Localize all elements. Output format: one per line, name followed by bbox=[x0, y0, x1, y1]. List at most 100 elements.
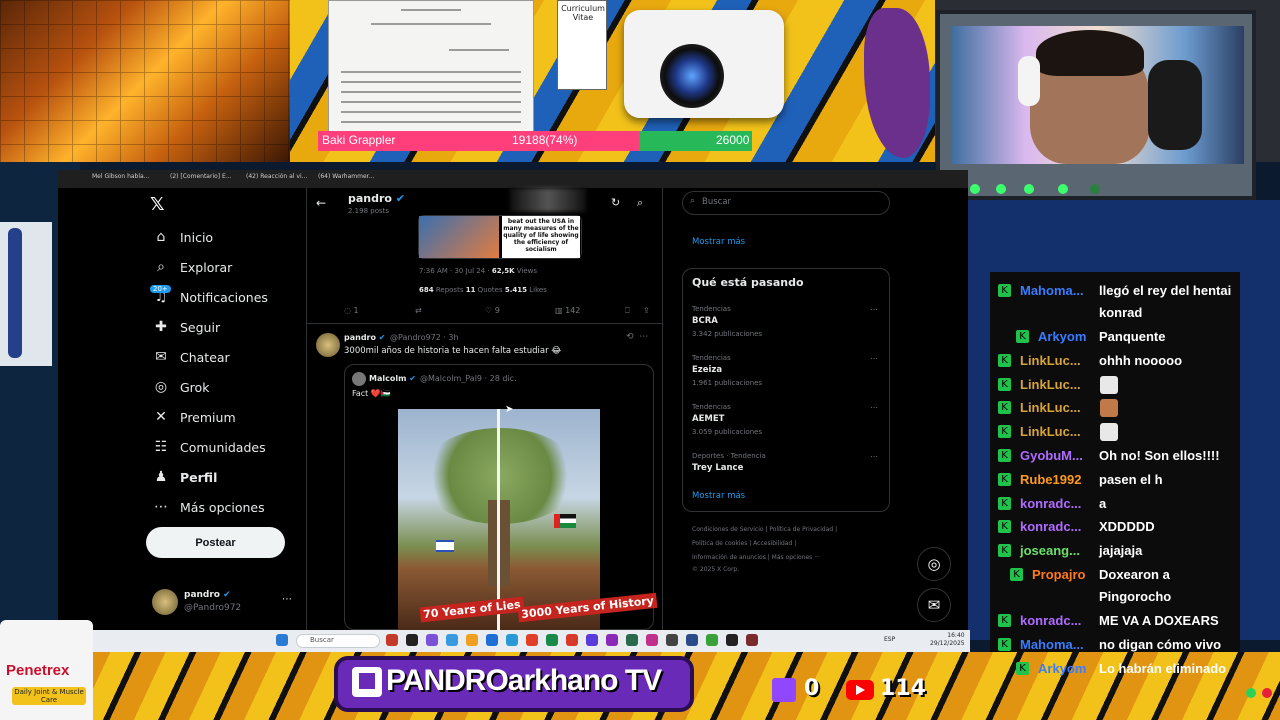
trend-more-icon[interactable]: ⋯ bbox=[870, 452, 878, 461]
trend-name[interactable]: Trey Lance bbox=[692, 463, 743, 473]
account-more-icon[interactable]: ⋯ bbox=[282, 594, 292, 605]
trend-name[interactable]: AEMET bbox=[692, 414, 724, 424]
repost-button[interactable]: ⇄ bbox=[415, 306, 422, 315]
trend-name[interactable]: BCRA bbox=[692, 316, 718, 326]
avatar[interactable] bbox=[152, 589, 178, 615]
refresh-icon[interactable]: ↻ bbox=[611, 196, 620, 209]
app-icon[interactable] bbox=[586, 634, 598, 646]
bookmark-item[interactable]: (64) Warhammer... bbox=[318, 173, 374, 180]
app-icon[interactable] bbox=[546, 634, 558, 646]
avatar bbox=[352, 372, 366, 386]
reply-icon: ◌ bbox=[344, 306, 351, 315]
likes-count: 5.415 bbox=[504, 286, 527, 294]
app-icon[interactable] bbox=[446, 634, 458, 646]
folder-icon[interactable] bbox=[466, 634, 478, 646]
chat-username[interactable]: Mahoma... bbox=[1020, 280, 1084, 302]
app-icon[interactable] bbox=[646, 634, 658, 646]
trend-more-icon[interactable]: ⋯ bbox=[870, 403, 878, 412]
nav-label: Perfil bbox=[180, 469, 218, 485]
chat-username[interactable]: LinkLuc... bbox=[1020, 350, 1081, 372]
grok-button[interactable]: ◎ bbox=[917, 547, 951, 581]
account-name: pandro ✔ bbox=[184, 590, 231, 600]
reply-button[interactable]: ◌ 1 bbox=[344, 306, 359, 315]
tweet-author[interactable]: pandro ✔ bbox=[344, 333, 386, 342]
footer-links[interactable]: Condiciones de Servicio | Política de Pr… bbox=[692, 526, 837, 533]
app-icon[interactable] bbox=[626, 634, 638, 646]
taskbar-search[interactable] bbox=[296, 634, 380, 648]
trend-more-icon[interactable]: ⋯ bbox=[870, 354, 878, 363]
chat-username[interactable]: Propajro bbox=[1032, 564, 1085, 586]
app-icon[interactable] bbox=[386, 634, 398, 646]
post-button[interactable]: Postear bbox=[146, 527, 285, 558]
app-icon[interactable] bbox=[686, 634, 698, 646]
footer-links[interactable]: Política de cookies | Accesibilidad | bbox=[692, 540, 796, 547]
nav-mas-opciones[interactable]: ⋯ Más opciones bbox=[152, 496, 265, 518]
chat-username[interactable]: Rube1992 bbox=[1020, 469, 1081, 491]
nav-perfil[interactable]: ♟ Perfil bbox=[152, 466, 218, 488]
chat-message: Pingorocho bbox=[1099, 589, 1172, 604]
bookmark-item[interactable]: Mel Gibson habla... bbox=[92, 173, 149, 180]
taskbar-clock[interactable]: 16:40 29/12/2025 bbox=[930, 632, 965, 648]
chat-username[interactable]: Arkyom bbox=[1038, 658, 1086, 680]
app-icon[interactable] bbox=[606, 634, 618, 646]
trend-more-icon[interactable]: ⋯ bbox=[870, 305, 878, 314]
app-icon[interactable] bbox=[706, 634, 718, 646]
app-icon[interactable] bbox=[746, 634, 758, 646]
chat-username[interactable]: LinkLuc... bbox=[1020, 374, 1081, 396]
trend-count: 1.961 publicaciones bbox=[692, 379, 763, 387]
taskbar-language[interactable]: ESP bbox=[884, 636, 895, 643]
bookmark-icon[interactable]: ⎕ bbox=[625, 306, 630, 316]
microphone bbox=[1148, 60, 1202, 150]
chat-username[interactable]: LinkLuc... bbox=[1020, 397, 1081, 419]
tweet-more-icon[interactable]: ⟲ ⋯ bbox=[626, 332, 648, 342]
nav-comunidades[interactable]: ☷ Comunidades bbox=[152, 436, 266, 458]
channel-name: PANDROarkhano TV bbox=[386, 664, 662, 697]
nav-explorar[interactable]: ⌕ Explorar bbox=[152, 256, 232, 278]
search-icon[interactable]: ⌕ bbox=[637, 196, 643, 210]
chat-username[interactable]: GyobuM... bbox=[1020, 445, 1083, 467]
app-icon[interactable] bbox=[486, 634, 498, 646]
app-icon[interactable] bbox=[726, 634, 738, 646]
messages-button[interactable]: ✉ bbox=[917, 588, 951, 622]
app-icon[interactable] bbox=[666, 634, 678, 646]
show-more-link[interactable]: Mostrar más bbox=[692, 237, 745, 247]
x-logo-icon[interactable]: 𝕏 bbox=[150, 194, 165, 215]
nav-inicio[interactable]: ⌂ Inicio bbox=[152, 226, 214, 248]
views-button[interactable]: ▥ 142 bbox=[555, 306, 580, 315]
nav-chatear[interactable]: ✉ Chatear bbox=[152, 346, 230, 368]
tweet-media-cartoon bbox=[419, 216, 499, 258]
app-icon[interactable] bbox=[426, 634, 438, 646]
chat-username[interactable]: konradc... bbox=[1020, 516, 1081, 538]
windows-start-icon[interactable] bbox=[276, 634, 288, 646]
trend-name[interactable]: Ezeiza bbox=[692, 365, 722, 375]
app-icon[interactable] bbox=[406, 634, 418, 646]
share-icon[interactable]: ⇪ bbox=[643, 306, 650, 315]
footer-links[interactable]: Información de anuncios | Más opciones ·… bbox=[692, 554, 820, 561]
avatar[interactable] bbox=[316, 333, 340, 357]
like-button[interactable]: ♡ 9 bbox=[485, 306, 500, 315]
chat-username[interactable]: konradc... bbox=[1020, 493, 1081, 515]
nav-label: Seguir bbox=[180, 319, 221, 335]
nav-premium[interactable]: ✕ Premium bbox=[152, 406, 236, 428]
back-arrow-icon[interactable]: ← bbox=[316, 196, 326, 210]
show-more-link[interactable]: Mostrar más bbox=[692, 491, 745, 501]
chat-username[interactable]: LinkLuc... bbox=[1020, 421, 1081, 443]
bookmark-item[interactable]: (2) [Comentario] E... bbox=[170, 173, 232, 180]
edge-icon[interactable] bbox=[506, 634, 518, 646]
chat-username[interactable]: konradc... bbox=[1020, 610, 1081, 632]
chat-username[interactable]: Arkyom bbox=[1038, 326, 1086, 348]
chat-badge-icon: K bbox=[1016, 330, 1029, 343]
app-icon[interactable] bbox=[566, 634, 578, 646]
chrome-icon[interactable] bbox=[526, 634, 538, 646]
chat-username[interactable]: Mahoma... bbox=[1020, 634, 1084, 656]
footer-copyright: © 2025 X Corp. bbox=[692, 566, 740, 573]
trend-category: Deportes · Tendencia bbox=[692, 452, 766, 460]
nav-seguir[interactable]: ✚ Seguir bbox=[152, 316, 220, 338]
taskbar-search-placeholder: Buscar bbox=[310, 636, 334, 644]
more-icon: ⋯ bbox=[154, 499, 168, 515]
nav-label: Notificaciones bbox=[180, 289, 268, 305]
chat-username[interactable]: joseang... bbox=[1020, 540, 1080, 562]
quoted-author-name: Malcolm bbox=[369, 374, 407, 383]
nav-grok[interactable]: ◎ Grok bbox=[152, 376, 210, 398]
bookmark-item[interactable]: (42) Reacción al vi... bbox=[246, 173, 307, 180]
